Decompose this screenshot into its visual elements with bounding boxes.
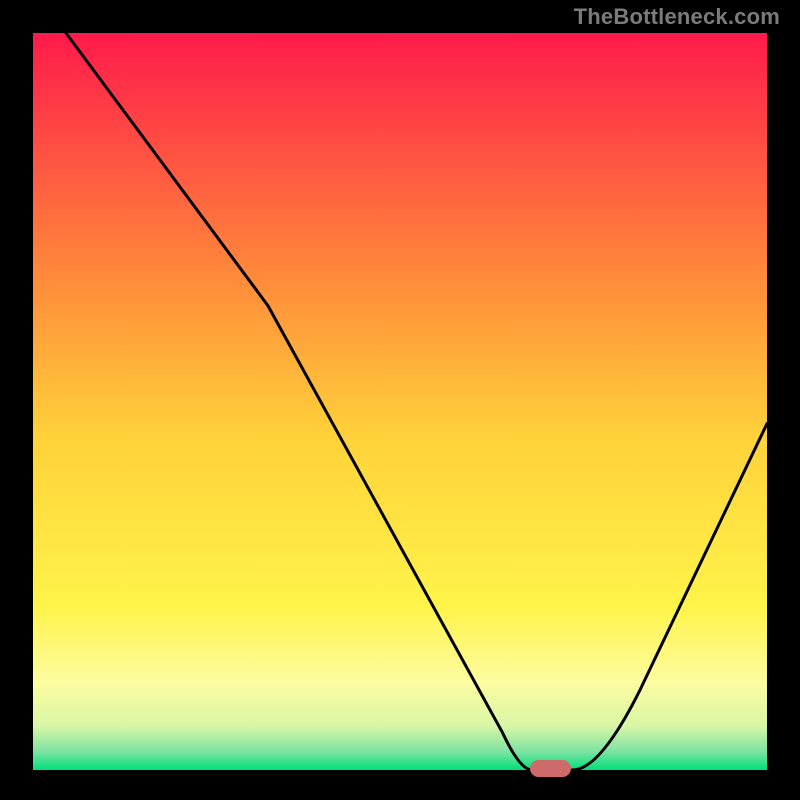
optimal-marker xyxy=(530,760,571,777)
gradient-plot-area xyxy=(33,33,767,770)
watermark-label: TheBottleneck.com xyxy=(574,4,780,30)
chart-container: TheBottleneck.com xyxy=(0,0,800,800)
bottleneck-chart xyxy=(0,0,800,800)
